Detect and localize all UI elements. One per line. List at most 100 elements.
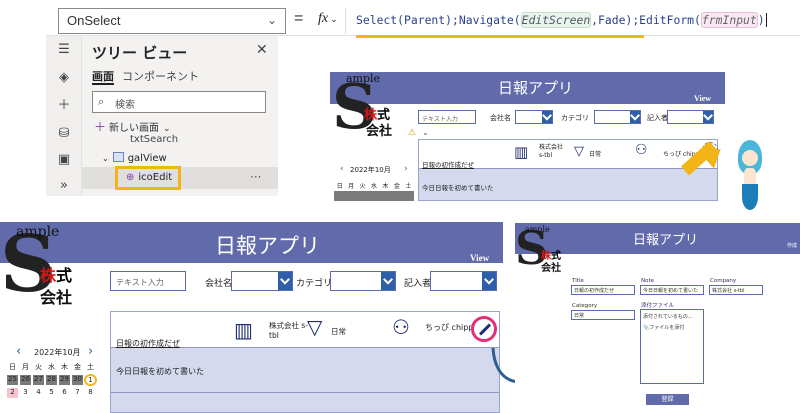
company-value: 株式会社 s-tbl: [539, 144, 564, 159]
category-value: 日常: [331, 327, 346, 336]
calendar-date-cell[interactable]: 27: [32, 374, 45, 386]
create-label[interactable]: 作成: [787, 242, 797, 249]
layers-icon[interactable]: ◈: [56, 70, 72, 86]
calendar-weekday-cell: 金: [391, 180, 403, 191]
calendar-weekday-cell: 水: [45, 361, 58, 373]
calendar-date-cell[interactable]: 3: [19, 387, 32, 399]
title-field[interactable]: 日報の初作成だぜ: [571, 285, 635, 295]
new-screen-label: 新しい画面: [109, 123, 160, 134]
active-tab-indicator: [92, 83, 114, 85]
category-field[interactable]: 日常: [571, 310, 635, 320]
calendar-date-cell[interactable]: 6: [58, 387, 71, 399]
logo-ample: ample: [346, 72, 381, 85]
formula-code-1: Select(Parent);Navigate(: [356, 13, 521, 27]
note-label: Note: [641, 278, 655, 284]
tab-components[interactable]: コンポーネント: [122, 68, 199, 84]
calendar-weekday-cell: 月: [345, 180, 357, 191]
insert-plus-icon[interactable]: ＋: [56, 98, 72, 114]
calendar-date-cell[interactable]: 29: [58, 374, 71, 386]
plus-icon: ＋: [94, 120, 107, 134]
calendar-next-icon[interactable]: ›: [404, 164, 408, 174]
formula-bar: OnSelect ⌄ = fx ⌄ Select(Parent);Navigate…: [46, 4, 800, 38]
company-dropdown[interactable]: [231, 271, 293, 291]
dropdown-arrow-icon: [381, 272, 395, 290]
tree-item-icoedit[interactable]: ⊕ icoEdit: [126, 172, 172, 183]
note-field[interactable]: 今日日報を初めて書いた: [640, 285, 704, 295]
company-dropdown[interactable]: [515, 110, 553, 124]
building-icon: ▥: [514, 143, 529, 161]
formula-screen-arg: EditScreen: [520, 12, 592, 28]
more-options-icon[interactable]: ···: [250, 170, 261, 184]
formula-form-arg: frmInput: [700, 12, 758, 28]
company-field[interactable]: 株式会社 s-tbl: [709, 285, 763, 295]
calendar-weekday-cell: 金: [71, 361, 84, 373]
calendar-weekday-row: 日月火水木金土: [6, 361, 97, 373]
calendar-date-cell[interactable]: 25: [6, 374, 19, 386]
writer-dropdown[interactable]: [430, 271, 497, 291]
calendar-dates-row: [334, 191, 414, 201]
dropdown-arrow-icon: [278, 272, 292, 290]
search-input[interactable]: テキスト入力: [418, 110, 476, 124]
filter-label-category: カテゴリ: [561, 114, 589, 122]
formula-code-2: ,Fade);EditForm(: [591, 13, 701, 27]
calendar-prev-icon[interactable]: ‹: [16, 344, 21, 359]
flows-icon[interactable]: »: [56, 178, 72, 194]
calendar-prev-icon[interactable]: ‹: [340, 164, 344, 174]
calendar-weekday-cell: 日: [334, 180, 346, 191]
body-value: 今日日報を初めて書いた: [422, 184, 494, 192]
warning-icon: ⚠: [408, 128, 417, 138]
calendar-weekday-cell: 木: [58, 361, 71, 373]
data-icon[interactable]: ⛁: [56, 126, 72, 142]
record-gallery[interactable]: ▥ 株式会社 s-tbl ▽ 日常 ⚇ ちっぴ chippy 日報の初作成だぜ …: [110, 311, 500, 413]
new-screen-button[interactable]: ＋新しい画面 ⌄: [94, 118, 171, 135]
property-dropdown[interactable]: OnSelect ⌄: [58, 8, 286, 34]
close-icon[interactable]: ✕: [256, 42, 268, 58]
calendar-date-cell[interactable]: 2: [6, 387, 19, 399]
category-dropdown[interactable]: [330, 271, 396, 291]
calendar-weekday-row: 日月火水木金土: [334, 180, 414, 191]
calendar-date-cell[interactable]: 28: [45, 374, 58, 386]
record-gallery[interactable]: ▥ 株式会社 s-tbl ▽ 日常 ⚇ ちっぴ chippy 日報の初作成だぜ …: [418, 139, 718, 201]
calendar-date-cell[interactable]: 26: [19, 374, 32, 386]
calendar-date-cell[interactable]: 4: [32, 387, 45, 399]
calendar-large: ‹ 2022年10月 › 日月火水木金土 25 26 27 28 29 30 1 23456…: [6, 344, 106, 413]
dropdown-arrow-icon: [703, 111, 713, 123]
search-icon: ⌕: [98, 95, 105, 108]
chevron-down-icon: ⌄: [330, 14, 338, 24]
tree-search-input[interactable]: ⌕ 検索: [92, 91, 266, 113]
tree-search-placeholder: 検索: [115, 100, 135, 111]
filter-label-writer: 記入者: [647, 114, 668, 122]
chevron-down-icon: ⌄: [102, 154, 109, 163]
gallery-separator: [111, 392, 499, 393]
fx-button[interactable]: fx ⌄: [312, 8, 346, 34]
attach-file-button[interactable]: 📎ファイルを添付: [643, 324, 701, 331]
calendar-weekday-cell: 日: [6, 361, 19, 373]
tab-screens[interactable]: 画面: [92, 68, 114, 84]
calendar-date-cell[interactable]: 1: [84, 374, 97, 386]
calendar-date-cell[interactable]: 7: [71, 387, 84, 399]
view-label: View: [694, 94, 712, 103]
left-rail: ☰ ◈ ＋ ⛁ ▣ »: [46, 36, 82, 196]
logo-ample: ample: [525, 225, 550, 234]
category-dropdown[interactable]: [594, 110, 641, 124]
hamburger-menu-icon[interactable]: ☰: [56, 42, 72, 58]
search-input[interactable]: テキスト入力: [110, 271, 186, 291]
writer-dropdown[interactable]: [667, 110, 714, 124]
logo-kaisha: 会社: [541, 263, 561, 274]
logo-kabushiki: 株式: [40, 262, 72, 286]
calendar-date-cell[interactable]: 5: [45, 387, 58, 399]
tree-item-galview[interactable]: ⌄ galView: [102, 152, 167, 164]
calendar-date-cell[interactable]: 30: [71, 374, 84, 386]
logo-kaisha: 会社: [40, 288, 73, 307]
calendar-next-icon[interactable]: ›: [88, 344, 93, 359]
formula-input[interactable]: Select(Parent);Navigate(EditScreen,Fade)…: [356, 12, 767, 28]
attachment-box[interactable]: 添付されているもの... 📎ファイルを添付: [640, 309, 704, 384]
gallery-icon: [112, 152, 124, 162]
text-cursor: [765, 13, 767, 27]
media-icon[interactable]: ▣: [56, 152, 72, 168]
calendar-date-cell[interactable]: 8: [84, 387, 97, 399]
submit-button[interactable]: 登録: [646, 394, 689, 405]
tree-item-txtsearch[interactable]: txtSearch: [130, 134, 178, 145]
filter-label-company: 会社名: [205, 279, 233, 289]
attachment-label: 添付ファイル: [641, 303, 675, 309]
